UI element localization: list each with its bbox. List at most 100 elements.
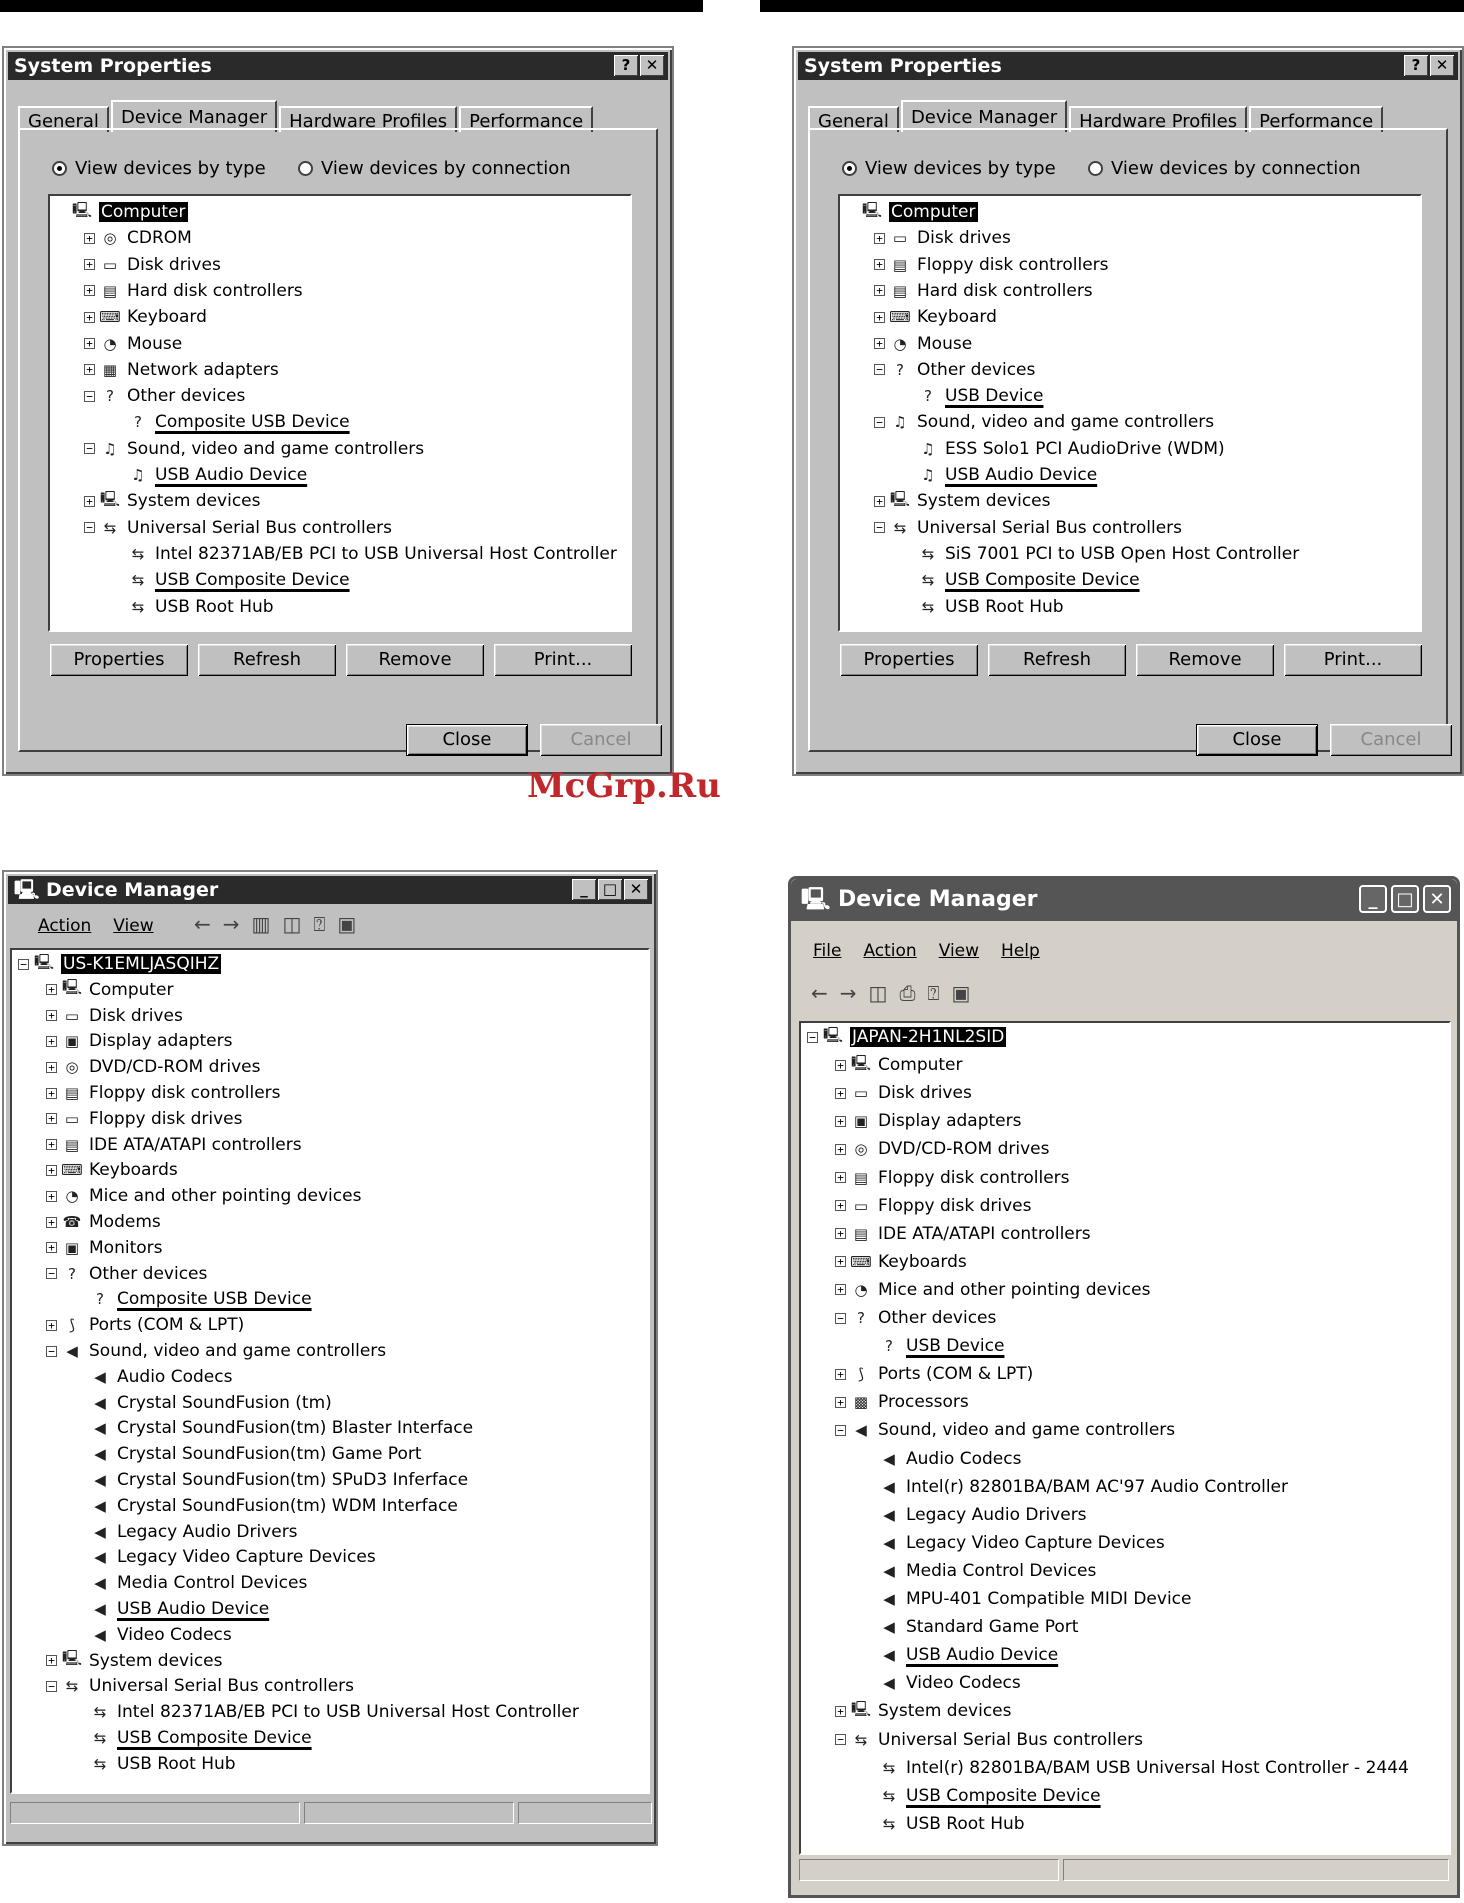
tree-item[interactable]: ◀ Media Control Devices <box>801 1559 1096 1583</box>
print-button[interactable]: Print... <box>494 644 632 676</box>
tree-item[interactable]: + ▤ Floppy disk controllers <box>801 1166 1070 1190</box>
expand-icon[interactable]: + <box>46 1164 57 1176</box>
minimize-icon[interactable]: _ <box>572 879 596 900</box>
pane-icon[interactable]: ◫ <box>282 912 301 936</box>
close-icon[interactable]: ✕ <box>640 55 664 76</box>
forward-arrow-icon[interactable]: → <box>223 912 240 936</box>
expand-icon[interactable]: + <box>874 495 885 507</box>
tree-item[interactable]: − ⇆ Universal Serial Bus controllers <box>50 516 392 540</box>
tree-item[interactable]: + 🖳 System devices <box>50 489 261 513</box>
collapse-icon[interactable]: − <box>46 1268 57 1280</box>
expand-icon[interactable]: + <box>46 1319 57 1331</box>
properties-icon[interactable]: ⍰ <box>927 981 939 1005</box>
expand-icon[interactable]: + <box>84 311 95 323</box>
tree-item[interactable]: ◀ Crystal SoundFusion (tm) <box>12 1391 332 1415</box>
scan-hardware-icon[interactable]: ▣ <box>337 912 356 936</box>
tree-item[interactable]: ⇆ USB Composite Device <box>840 568 1140 592</box>
expand-icon[interactable]: + <box>835 1284 846 1296</box>
expand-icon[interactable]: + <box>84 338 95 349</box>
tree-item[interactable]: ♫ USB Audio Device <box>50 463 307 487</box>
menu-view[interactable]: View <box>939 941 979 961</box>
maximize-icon[interactable]: □ <box>1391 885 1419 913</box>
collapse-icon[interactable]: − <box>84 522 95 534</box>
menu-view[interactable]: View <box>113 916 153 936</box>
expand-icon[interactable]: + <box>874 285 885 297</box>
tree-item[interactable]: ⇆ Intel 82371AB/EB PCI to USB Universal H… <box>50 542 617 566</box>
expand-icon[interactable]: + <box>874 259 885 271</box>
tree-item[interactable]: ◀ Legacy Video Capture Devices <box>801 1531 1164 1555</box>
collapse-icon[interactable]: − <box>835 1424 846 1436</box>
expand-icon[interactable]: + <box>46 1190 57 1202</box>
tree-item[interactable]: 🖳 Computer <box>50 200 188 224</box>
menu-action[interactable]: Action <box>38 916 91 936</box>
tree-item[interactable]: ◀ Media Control Devices <box>12 1571 307 1595</box>
tree-item[interactable]: ⇆ USB Root Hub <box>12 1752 236 1776</box>
tree-item[interactable]: + ◎ DVD/CD-ROM drives <box>801 1137 1049 1161</box>
tree-item[interactable]: + ⌨ Keyboards <box>801 1250 967 1274</box>
expand-icon[interactable]: + <box>46 1139 57 1151</box>
pane-icon[interactable]: ◫ <box>869 981 888 1005</box>
expand-icon[interactable]: + <box>84 259 95 271</box>
tree-item[interactable]: ⇆ Intel 82371AB/EB PCI to USB Universal H… <box>12 1700 579 1724</box>
tree-item[interactable]: ⇆ USB Composite Device <box>12 1726 312 1750</box>
tree-item[interactable]: ⇆ USB Composite Device <box>801 1784 1101 1808</box>
tree-item[interactable]: ◀ Crystal SoundFusion(tm) Blaster Interfa… <box>12 1416 473 1440</box>
tree-item[interactable]: ◀ Video Codecs <box>12 1623 232 1647</box>
tree-item[interactable]: ♫ USB Audio Device <box>840 463 1097 487</box>
collapse-icon[interactable]: − <box>874 416 885 428</box>
expand-icon[interactable]: + <box>46 1113 57 1125</box>
expand-icon[interactable]: + <box>46 1242 57 1254</box>
refresh-button[interactable]: Refresh <box>988 644 1126 676</box>
close-button[interactable]: Close <box>1196 724 1318 756</box>
tree-item[interactable]: ◀ Standard Game Port <box>801 1615 1078 1639</box>
collapse-icon[interactable]: − <box>84 443 95 455</box>
tree-item[interactable]: −? Other devices <box>840 358 1035 382</box>
expand-icon[interactable]: + <box>84 495 95 507</box>
tree-item[interactable]: + ▣ Display adapters <box>12 1029 232 1053</box>
tree-item[interactable]: ⇆ USB Root Hub <box>840 595 1064 619</box>
expand-icon[interactable]: + <box>84 232 95 244</box>
tree-item[interactable]: + ▭ Disk drives <box>12 1004 183 1028</box>
tree-item[interactable]: + ⟆ Ports (COM & LPT) <box>801 1362 1033 1386</box>
back-arrow-icon[interactable]: ← <box>194 912 211 936</box>
collapse-icon[interactable]: − <box>18 958 29 970</box>
device-tree[interactable]: 🖳 Computer + ▭ Disk drives + ▤ Floppy disk cont… <box>838 194 1422 632</box>
help-button[interactable]: ? <box>1404 55 1428 76</box>
tree-item[interactable]: ⇆ USB Composite Device <box>50 568 350 592</box>
collapse-icon[interactable]: − <box>874 364 885 376</box>
tree-item[interactable]: + ▣ Monitors <box>12 1236 162 1260</box>
device-tree[interactable]: − 🖳 JAPAN-2H1NL2SID + 🖳 Computer + ▭ Disk drives… <box>799 1021 1451 1855</box>
collapse-icon[interactable]: − <box>835 1312 846 1324</box>
collapse-icon[interactable]: − <box>835 1734 846 1745</box>
tree-item[interactable]: ◀ USB Audio Device <box>801 1643 1058 1667</box>
tree-item[interactable]: + ◔ Mice and other pointing devices <box>801 1278 1150 1302</box>
tree-item[interactable]: + ▩ Processors <box>801 1390 969 1414</box>
expand-icon[interactable]: + <box>46 1010 57 1022</box>
tree-item[interactable]: + 🖳 System devices <box>801 1699 1012 1723</box>
tree-item[interactable]: + ☎ Modems <box>12 1210 161 1234</box>
tree-item[interactable]: + ◔ Mice and other pointing devices <box>12 1184 361 1208</box>
expand-icon[interactable]: + <box>835 1705 846 1717</box>
radio-view-by-type[interactable]: View devices by type <box>842 158 1056 179</box>
tree-item[interactable]: + ▭ Floppy disk drives <box>801 1194 1031 1218</box>
menu-action[interactable]: Action <box>863 941 916 961</box>
tree-item[interactable]: ◀ Crystal SoundFusion(tm) Game Port <box>12 1442 421 1466</box>
properties-button[interactable]: Properties <box>840 644 978 676</box>
tree-item[interactable]: + 🖳 System devices <box>840 489 1051 513</box>
close-icon[interactable]: ✕ <box>1423 885 1451 913</box>
expand-icon[interactable]: + <box>835 1172 846 1183</box>
tree-item[interactable]: ◀ Crystal SoundFusion(tm) SPuD3 Inferface <box>12 1468 468 1492</box>
device-tree[interactable]: 🖳 Computer + ◎ CDROM + ▭ Disk drives + ▤ Hard disk… <box>48 194 632 632</box>
tree-item[interactable]: + ▤ Hard disk controllers <box>50 279 303 303</box>
close-icon[interactable]: ✕ <box>624 879 648 900</box>
tree-item[interactable]: ◀ Legacy Video Capture Devices <box>12 1545 375 1569</box>
cancel-button[interactable]: Cancel <box>540 724 662 756</box>
expand-icon[interactable]: + <box>84 364 95 376</box>
print-icon[interactable]: ⎙ <box>899 981 915 1005</box>
tree-item[interactable]: + ▤ IDE ATA/ATAPI controllers <box>12 1133 302 1157</box>
tree-item[interactable]: ◀ MPU-401 Compatible MIDI Device <box>801 1587 1191 1611</box>
expand-icon[interactable]: + <box>835 1059 846 1071</box>
tree-item[interactable]: + ▤ Floppy disk controllers <box>12 1081 281 1105</box>
properties-icon[interactable]: ⍰ <box>313 912 325 936</box>
tree-item[interactable]: + ◔ Mouse <box>50 332 182 356</box>
